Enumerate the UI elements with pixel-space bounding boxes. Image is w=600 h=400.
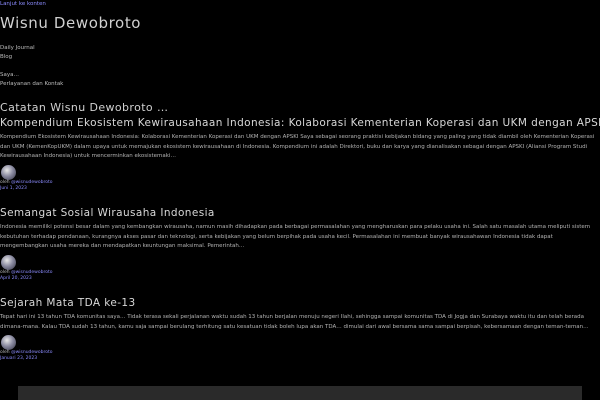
- post-card: Sejarah Mata TDA ke-13 Tepat hari ini 13…: [0, 297, 600, 361]
- site-title[interactable]: Wisnu Dewobroto: [0, 14, 141, 32]
- post-excerpt: Tepat hari ini 13 tahun TDA komunitas sa…: [0, 314, 589, 330]
- author-prefix: oleh: [0, 269, 10, 275]
- author-avatar[interactable]: [1, 335, 16, 350]
- section-title: Catatan Wisnu Dewobroto …: [0, 101, 169, 114]
- post-date[interactable]: Januari 23, 2023: [0, 356, 37, 361]
- author-link[interactable]: @wisnudewobroto: [11, 350, 52, 355]
- post-date[interactable]: April 20, 2023: [0, 276, 32, 281]
- post-meta: oleh @wisnudewobroto April 20, 2023: [0, 254, 600, 281]
- post-author: oleh @wisnudewobroto: [0, 350, 52, 355]
- author-avatar[interactable]: [1, 164, 16, 180]
- footer-block: [18, 386, 582, 400]
- post-excerpt: Kompendium Ekosistem Kewirausahaan Indon…: [0, 134, 595, 159]
- post-author: oleh @wisnudewobroto: [0, 180, 52, 185]
- page: Lanjut ke konten Wisnu Dewobroto Daily J…: [0, 0, 600, 400]
- post-title-link[interactable]: Semangat Sosial Wirausaha Indonesia: [0, 207, 600, 219]
- post-author: oleh @wisnudewobroto: [0, 270, 52, 275]
- post-title-link[interactable]: Sejarah Mata TDA ke-13: [0, 297, 600, 309]
- post-card: Semangat Sosial Wirausaha Indonesia Indo…: [0, 207, 600, 281]
- author-prefix: oleh: [0, 179, 10, 185]
- post-meta: oleh @wisnudewobroto Januari 23, 2023: [0, 335, 600, 361]
- nav-item-saya[interactable]: Saya…: [0, 71, 63, 80]
- author-link[interactable]: @wisnudewobroto: [11, 270, 52, 275]
- post-meta: oleh @wisnudewobroto Juni 1, 2023: [0, 164, 600, 191]
- skip-to-content-link[interactable]: Lanjut ke konten: [0, 1, 46, 7]
- author-link[interactable]: @wisnudewobroto: [11, 180, 52, 185]
- post-card: Kompendium Ekosistem Kewirausahaan Indon…: [0, 117, 600, 191]
- post-date[interactable]: Juni 1, 2023: [0, 186, 27, 191]
- author-avatar[interactable]: [1, 254, 16, 270]
- main-navigation: Daily Journal Blog Saya… Perlayanan dan …: [0, 44, 63, 89]
- post-title-link[interactable]: Kompendium Ekosistem Kewirausahaan Indon…: [0, 117, 600, 129]
- nav-item-blog[interactable]: Blog: [0, 53, 63, 62]
- author-prefix: oleh: [0, 350, 10, 355]
- post-excerpt: Indonesia memiliki potensi besar dalam y…: [0, 224, 591, 249]
- nav-item-layanan-kontak[interactable]: Perlayanan dan Kontak: [0, 80, 63, 89]
- nav-item-daily-journal[interactable]: Daily Journal: [0, 44, 63, 53]
